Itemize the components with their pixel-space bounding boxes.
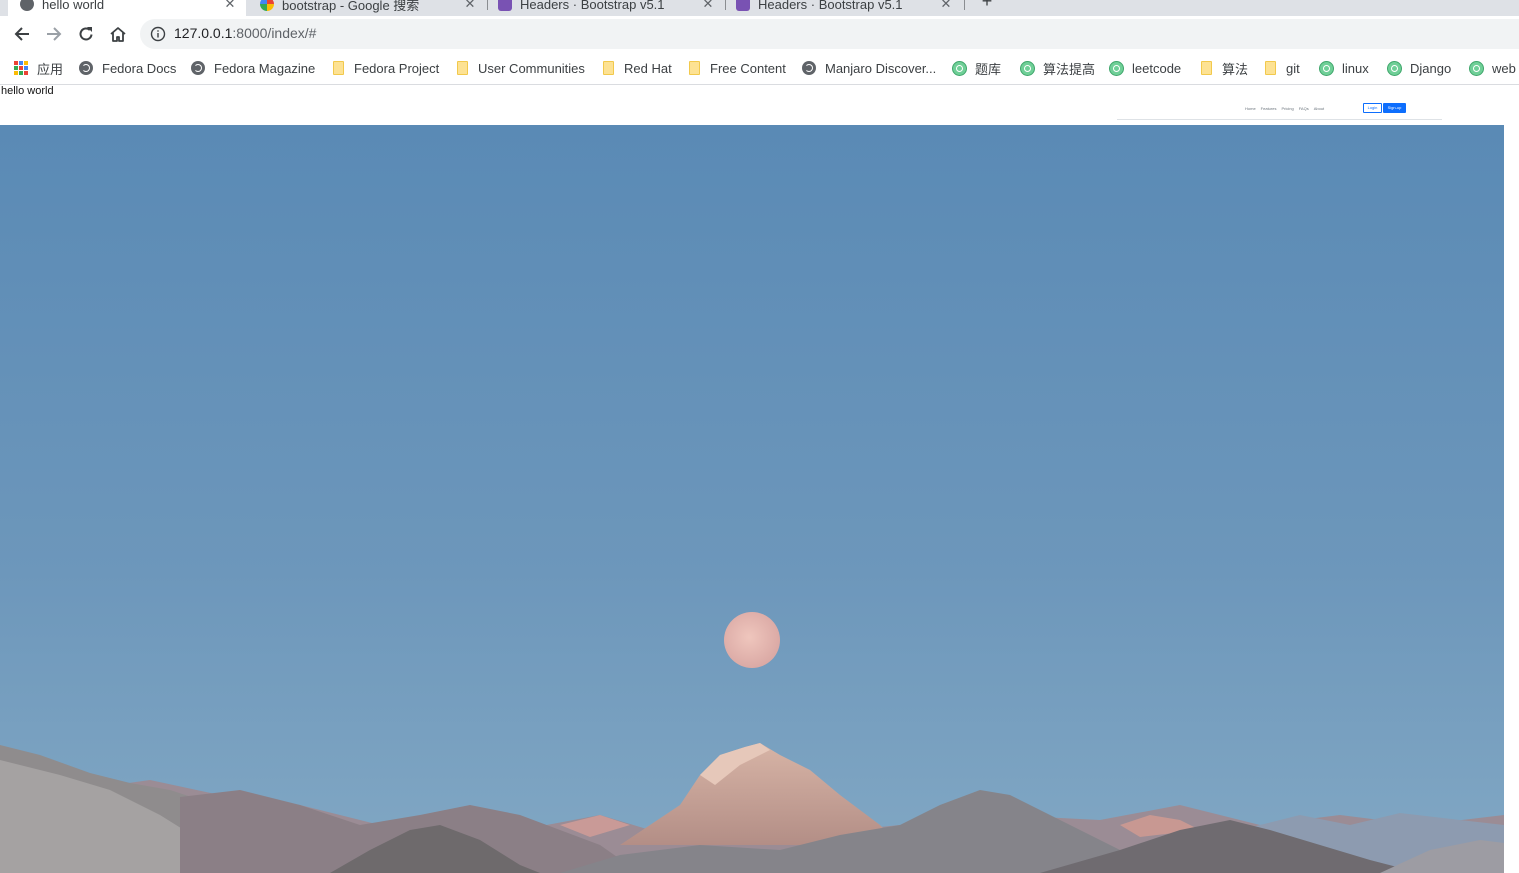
bookmark-suanfa[interactable]: 算法	[1198, 58, 1248, 78]
bookmark-label: leetcode	[1132, 60, 1182, 76]
back-arrow-icon	[14, 27, 29, 41]
url-host: 127.0.0.1	[174, 25, 233, 41]
address-bar[interactable]: 127.0.0.1:8000/index/#	[140, 19, 1519, 49]
bookmark-suanfa-tigao[interactable]: 算法提高	[1019, 58, 1095, 78]
bookmark-label: 应用	[37, 61, 64, 77]
bookmark-label: Manjaro Discover...	[825, 60, 937, 76]
tab-google-search[interactable]: bootstrap - Google 搜索 ✕	[248, 0, 486, 16]
moon-mountain-photo	[0, 125, 1504, 873]
home-icon	[110, 27, 126, 42]
bookmark-label: 算法	[1222, 61, 1249, 77]
bookmark-label: User Communities	[478, 60, 585, 76]
bookmark-label: Free Content	[710, 60, 786, 76]
nav-link-pricing[interactable]: Pricing	[1281, 106, 1293, 111]
close-icon[interactable]: ✕	[462, 0, 478, 12]
back-button[interactable]	[10, 22, 34, 46]
bookmark-apps[interactable]: 应用	[13, 58, 63, 78]
site-header: Home Features Pricing FAQs About Login S…	[1117, 101, 1442, 120]
tab-bootstrap-headers-2[interactable]: Headers · Bootstrap v5.1 ✕	[724, 0, 962, 16]
apps-grid-icon	[13, 60, 29, 76]
green-site-icon	[1386, 60, 1402, 76]
bookmark-label: 题库	[975, 61, 1002, 77]
tab-bootstrap-headers[interactable]: Headers · Bootstrap v5.1 ✕	[486, 0, 724, 16]
url-path: :8000/index/#	[232, 25, 317, 41]
nav-link-faqs[interactable]: FAQs	[1299, 106, 1309, 111]
info-icon[interactable]	[150, 26, 166, 42]
folder-icon	[1262, 60, 1278, 76]
hello-text: hello world	[1, 85, 54, 97]
reload-icon	[79, 27, 93, 41]
browser-toolbar: 127.0.0.1:8000/index/#	[0, 16, 1519, 52]
home-button[interactable]	[106, 22, 130, 46]
header-nav: Home Features Pricing FAQs About	[1245, 106, 1324, 111]
bootstrap-icon	[498, 0, 512, 11]
bookmark-tiku[interactable]: 题库	[951, 58, 1001, 78]
tab-strip: hello world ✕ bootstrap - Google 搜索 ✕ He…	[0, 0, 1519, 16]
bookmark-fedora-docs[interactable]: Fedora Docs	[78, 58, 176, 78]
green-site-icon	[951, 60, 967, 76]
forward-arrow-icon	[47, 27, 62, 41]
globe-icon	[78, 60, 94, 76]
folder-icon	[686, 60, 702, 76]
green-site-icon	[1019, 60, 1035, 76]
green-site-icon	[1108, 60, 1124, 76]
bookmark-label: Red Hat	[624, 60, 672, 76]
folder-icon	[1198, 60, 1214, 76]
bookmarks-bar: 应用 Fedora Docs Fedora Magazine Fedora Pr…	[0, 52, 1519, 85]
bookmark-label: Fedora Project	[354, 60, 440, 76]
bookmark-leetcode[interactable]: leetcode	[1108, 58, 1181, 78]
bookmark-django[interactable]: Django	[1386, 58, 1451, 78]
bookmark-label: Fedora Magazine	[214, 60, 316, 76]
login-button[interactable]: Login	[1363, 103, 1382, 113]
bookmark-label: web	[1492, 60, 1516, 76]
page-content: hello world Home Features Pricing FAQs A…	[0, 85, 1519, 873]
tab-separator	[964, 0, 965, 10]
bootstrap-icon	[736, 0, 750, 11]
bookmark-label: linux	[1342, 60, 1369, 76]
nav-link-about[interactable]: About	[1314, 106, 1324, 111]
globe-icon	[801, 60, 817, 76]
bookmark-user-communities[interactable]: User Communities	[454, 58, 585, 78]
url-text[interactable]: 127.0.0.1:8000/index/#	[174, 25, 316, 41]
bookmark-red-hat[interactable]: Red Hat	[600, 58, 672, 78]
bookmark-label: 算法提高	[1043, 61, 1096, 77]
tab-title: bootstrap - Google 搜索	[282, 0, 420, 13]
bookmark-manjaro[interactable]: Manjaro Discover...	[801, 58, 936, 78]
forward-button[interactable]	[42, 22, 66, 46]
new-tab-button[interactable]: +	[978, 0, 996, 12]
bookmark-fedora-project[interactable]: Fedora Project	[330, 58, 439, 78]
bookmark-linux[interactable]: linux	[1318, 58, 1369, 78]
close-icon[interactable]: ✕	[938, 0, 954, 12]
folder-icon	[330, 60, 346, 76]
hero-image	[0, 125, 1504, 873]
bookmark-label: git	[1286, 60, 1300, 76]
nav-link-features[interactable]: Features	[1261, 106, 1277, 111]
bookmark-fedora-magazine[interactable]: Fedora Magazine	[190, 58, 315, 78]
folder-icon	[600, 60, 616, 76]
globe-icon	[190, 60, 206, 76]
google-icon	[260, 0, 274, 11]
bookmark-free-content[interactable]: Free Content	[686, 58, 786, 78]
moon	[724, 612, 780, 668]
tab-title: Headers · Bootstrap v5.1	[758, 0, 903, 12]
close-icon[interactable]: ✕	[222, 0, 238, 12]
bookmark-label: Fedora Docs	[102, 60, 177, 76]
bookmark-git[interactable]: git	[1262, 58, 1300, 78]
tab-title: hello world	[42, 0, 105, 12]
tab-hello-world[interactable]: hello world ✕	[8, 0, 246, 16]
reload-button[interactable]	[74, 22, 98, 46]
bookmark-web[interactable]: web	[1468, 58, 1516, 78]
signup-button[interactable]: Sign-up	[1383, 103, 1406, 113]
bookmark-label: Django	[1410, 60, 1452, 76]
close-icon[interactable]: ✕	[700, 0, 716, 12]
green-site-icon	[1468, 60, 1484, 76]
tab-title: Headers · Bootstrap v5.1	[520, 0, 665, 12]
globe-icon	[20, 0, 34, 11]
nav-link-home[interactable]: Home	[1245, 106, 1256, 111]
folder-icon	[454, 60, 470, 76]
green-site-icon	[1318, 60, 1334, 76]
